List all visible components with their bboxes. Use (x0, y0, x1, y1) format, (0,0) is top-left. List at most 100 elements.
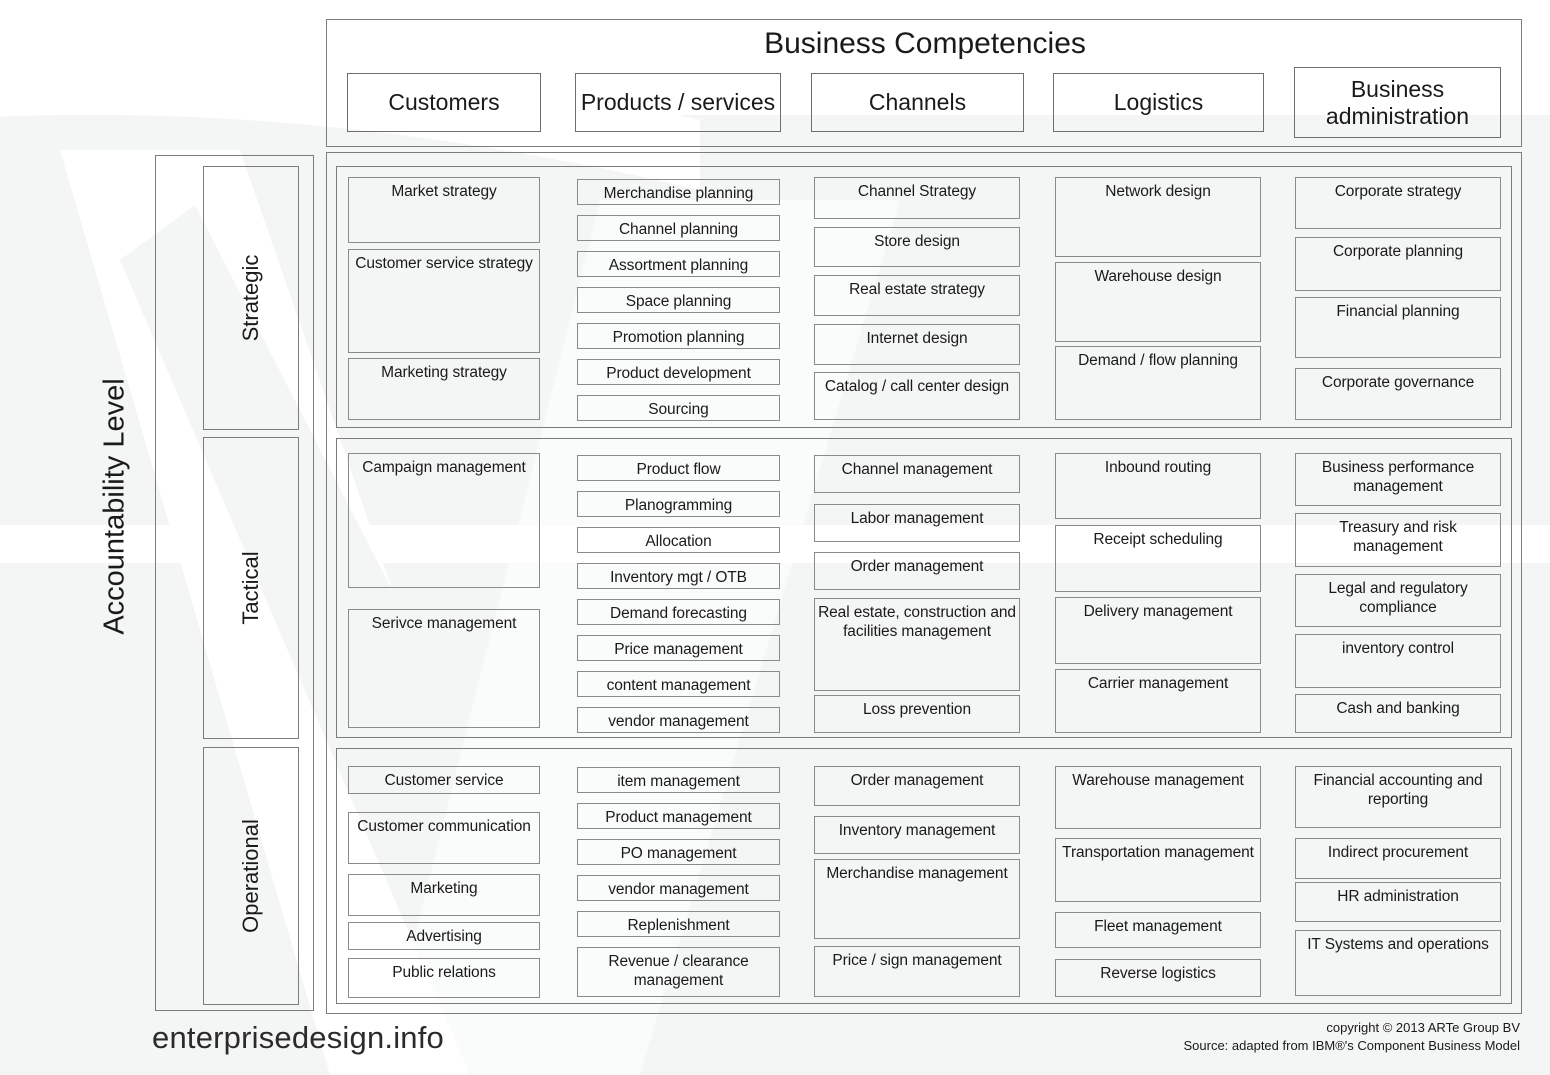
competency-cell[interactable]: Inventory mgt / OTB (577, 563, 780, 589)
competency-cell[interactable]: Revenue / clearance management (577, 947, 780, 997)
competency-cell[interactable]: Warehouse management (1055, 766, 1261, 829)
competency-cell[interactable]: Delivery management (1055, 597, 1261, 664)
competency-cell[interactable]: Loss prevention (814, 695, 1020, 733)
competency-cell[interactable]: Catalog / call center design (814, 372, 1020, 420)
competency-cell[interactable]: Allocation (577, 527, 780, 553)
competency-cell[interactable]: Product development (577, 359, 780, 385)
competency-cell[interactable]: Product flow (577, 455, 780, 481)
competency-cell[interactable]: Carrier management (1055, 669, 1261, 733)
competency-cell[interactable]: Replenishment (577, 911, 780, 937)
competency-cell[interactable]: Labor management (814, 504, 1020, 542)
brand-logo[interactable]: enterprisedesign.info (152, 1020, 444, 1056)
competency-cell[interactable]: Campaign management (348, 453, 540, 588)
competency-cell[interactable]: Corporate planning (1295, 237, 1501, 291)
competency-label: Receipt scheduling (1093, 531, 1223, 548)
level-operational[interactable]: Operational (203, 747, 299, 1005)
competency-cell[interactable]: Assortment planning (577, 251, 780, 277)
competency-label: Customer communication (357, 818, 531, 835)
competency-cell[interactable]: Advertising (348, 922, 540, 950)
competency-cell[interactable]: Order management (814, 552, 1020, 590)
competency-cell[interactable]: Price management (577, 635, 780, 661)
competency-cell[interactable]: Store design (814, 227, 1020, 267)
competency-cell[interactable]: Price / sign management (814, 946, 1020, 997)
competency-cell[interactable]: Order management (814, 766, 1020, 806)
competency-cell[interactable]: Marketing (348, 874, 540, 916)
competency-cell[interactable]: Fleet management (1055, 912, 1261, 948)
competency-cell[interactable]: content management (577, 671, 780, 697)
competency-cell[interactable]: Real estate, construction and facilities… (814, 598, 1020, 691)
competency-cell[interactable]: Market strategy (348, 177, 540, 243)
column-header-products[interactable]: Products / services (575, 73, 781, 132)
competency-cell[interactable]: Merchandise planning (577, 179, 780, 205)
competency-cell[interactable]: Corporate strategy (1295, 177, 1501, 229)
competency-cell[interactable]: Sourcing (577, 395, 780, 421)
competency-cell[interactable]: Treasury and risk management (1295, 513, 1501, 567)
competency-cell[interactable]: Reverse logistics (1055, 959, 1261, 997)
competency-cell[interactable]: Planogramming (577, 491, 780, 517)
competency-cell[interactable]: Inventory management (814, 816, 1020, 854)
competency-label: PO management (620, 845, 737, 862)
competency-label: Warehouse design (1094, 268, 1222, 285)
competency-label: Demand / flow planning (1078, 352, 1238, 369)
competency-cell[interactable]: Promotion planning (577, 323, 780, 349)
competency-label: Assortment planning (608, 257, 749, 274)
competency-cell[interactable]: Network design (1055, 177, 1261, 257)
competency-label: Planogramming (624, 497, 733, 514)
competency-cell[interactable]: vendor management (577, 707, 780, 733)
competency-label: Corporate strategy (1334, 183, 1462, 200)
column-header-label: Business administration (1325, 75, 1470, 129)
competency-cell[interactable]: Receipt scheduling (1055, 525, 1261, 592)
competency-cell[interactable]: Demand forecasting (577, 599, 780, 625)
competency-label: Price / sign management (832, 952, 1002, 969)
competency-cell[interactable]: Business performance management (1295, 453, 1501, 506)
competency-label: Store design (874, 233, 960, 250)
competency-cell[interactable]: Customer service strategy (348, 249, 540, 353)
competency-cell[interactable]: Channel Strategy (814, 177, 1020, 219)
competency-label: Reverse logistics (1100, 965, 1216, 982)
competency-label: Treasury and risk management (1339, 519, 1457, 555)
competency-cell[interactable]: IT Systems and operations (1295, 930, 1501, 996)
competency-cell[interactable]: Merchandise management (814, 859, 1020, 939)
competency-cell[interactable]: item management (577, 767, 780, 793)
competency-cell[interactable]: PO management (577, 839, 780, 865)
column-header-administration[interactable]: Business administration (1294, 67, 1501, 138)
competency-cell[interactable]: Channel planning (577, 215, 780, 241)
level-label: Operational (238, 819, 263, 933)
axis-title: Accountability Level (98, 378, 131, 635)
level-tactical[interactable]: Tactical (203, 437, 299, 739)
competency-cell[interactable]: Legal and regulatory compliance (1295, 574, 1501, 627)
competency-cell[interactable]: inventory control (1295, 634, 1501, 688)
column-header-logistics[interactable]: Logistics (1053, 73, 1264, 132)
competency-cell[interactable]: Financial accounting and reporting (1295, 766, 1501, 828)
competency-cell[interactable]: Transportation management (1055, 838, 1261, 902)
competency-cell[interactable]: Product management (577, 803, 780, 829)
competency-label: Customer service (384, 772, 504, 789)
competency-cell[interactable]: Financial planning (1295, 297, 1501, 358)
competency-cell[interactable]: Inbound routing (1055, 453, 1261, 519)
competency-cell[interactable]: Cash and banking (1295, 694, 1501, 733)
competency-label: Warehouse management (1072, 772, 1244, 789)
competency-cell[interactable]: Serivce management (348, 609, 540, 728)
competency-cell[interactable]: HR administration (1295, 882, 1501, 922)
column-header-customers[interactable]: Customers (347, 73, 541, 132)
competency-cell[interactable]: Demand / flow planning (1055, 346, 1261, 420)
competency-cell[interactable]: Real estate strategy (814, 275, 1020, 316)
competency-cell[interactable]: Corporate governance (1295, 368, 1501, 420)
competency-label: Allocation (645, 533, 712, 550)
competency-label: vendor management (608, 881, 749, 898)
competency-cell[interactable]: Customer communication (348, 812, 540, 864)
level-label: Strategic (238, 254, 263, 342)
competency-cell[interactable]: Channel management (814, 455, 1020, 493)
competency-cell[interactable]: Warehouse design (1055, 262, 1261, 342)
level-strategic[interactable]: Strategic (203, 166, 299, 430)
competency-cell[interactable]: Customer service (348, 766, 540, 794)
competency-cell[interactable]: Indirect procurement (1295, 838, 1501, 879)
competency-label: item management (617, 773, 740, 790)
column-header-channels[interactable]: Channels (811, 73, 1024, 132)
competency-cell[interactable]: Space planning (577, 287, 780, 313)
competency-cell[interactable]: vendor management (577, 875, 780, 901)
competency-cell[interactable]: Internet design (814, 324, 1020, 365)
competency-cell[interactable]: Marketing strategy (348, 358, 540, 420)
competency-label: Price management (614, 641, 743, 658)
competency-cell[interactable]: Public relations (348, 958, 540, 998)
